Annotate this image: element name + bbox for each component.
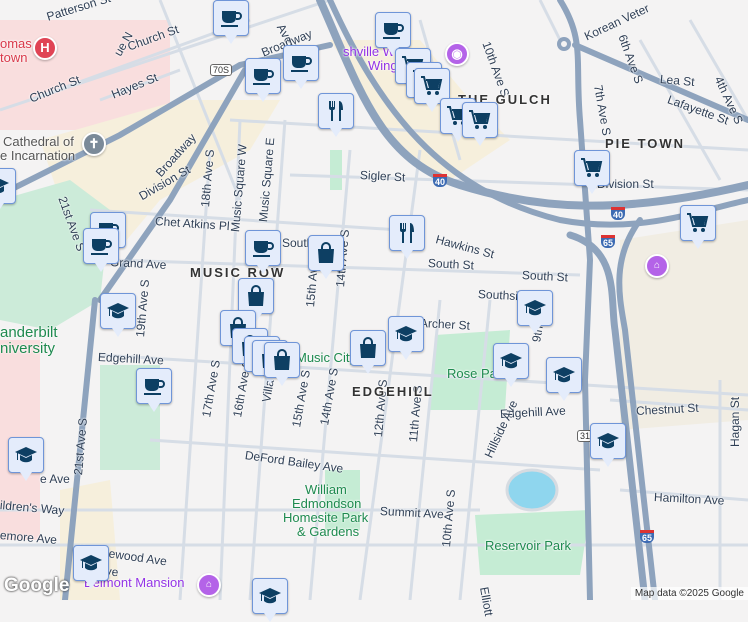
school-marker[interactable]	[8, 437, 44, 481]
restaurant-icon	[400, 223, 414, 243]
park-label: Reservoir Park	[485, 538, 571, 553]
coffee-marker[interactable]	[213, 0, 249, 44]
coffee-marker[interactable]	[245, 58, 281, 102]
shopping-bag-icon	[274, 349, 290, 370]
school-marker[interactable]	[517, 290, 553, 334]
school-marker[interactable]	[100, 293, 136, 337]
coffee-icon	[221, 11, 242, 27]
shopping-bag-marker[interactable]	[238, 278, 274, 322]
school-marker[interactable]	[0, 168, 16, 212]
i65-shield: 65	[601, 235, 616, 248]
school-icon	[500, 353, 522, 369]
school-icon	[597, 433, 619, 449]
street-label: e Ave	[40, 472, 70, 486]
restaurant-icon	[329, 101, 343, 121]
shopping-bag-icon	[360, 337, 376, 358]
cart-icon	[687, 213, 709, 232]
us-70s-shield: 70S	[210, 64, 233, 76]
school-icon	[15, 447, 37, 463]
hospital-label[interactable]: town	[0, 50, 27, 65]
museum-icon[interactable]: ⌂	[645, 254, 669, 278]
coffee-icon	[253, 69, 274, 85]
park-label: Homesite Park	[283, 510, 369, 525]
street-label: Sigler St	[359, 168, 406, 185]
school-marker[interactable]	[388, 316, 424, 360]
cart-marker[interactable]	[680, 205, 716, 249]
shopping-bag-icon	[318, 242, 334, 263]
park-strip	[330, 150, 342, 190]
school-marker[interactable]	[493, 343, 529, 387]
i40-shield: 40	[611, 207, 626, 220]
school-icon	[259, 588, 281, 604]
camera-icon[interactable]: ◉	[445, 42, 469, 66]
reservoir-water	[505, 468, 559, 512]
cart-marker[interactable]	[574, 150, 610, 194]
i65-shield: 65	[640, 530, 655, 543]
school-icon	[0, 178, 9, 194]
shopping-bag-icon	[248, 285, 264, 306]
coffee-marker[interactable]	[375, 12, 411, 56]
park-label: & Gardens	[297, 524, 360, 539]
museum-icon[interactable]: ⌂	[197, 573, 221, 597]
coffee-marker[interactable]	[245, 230, 281, 274]
shopping-bag-marker[interactable]	[350, 330, 386, 374]
church-icon[interactable]: ✝	[82, 132, 106, 156]
school-marker[interactable]	[73, 545, 109, 589]
school-icon	[524, 300, 546, 316]
coffee-icon	[291, 56, 312, 72]
neighborhood-label: EDGEHILL	[352, 384, 434, 399]
school-icon	[107, 303, 129, 319]
neighborhood-label: PIE TOWN	[605, 136, 686, 151]
map-attribution[interactable]: Map data ©2025 Google	[630, 587, 748, 600]
coffee-marker[interactable]	[83, 228, 119, 272]
google-logo: Google	[4, 575, 70, 596]
coffee-icon	[91, 239, 112, 255]
roundabout	[557, 37, 571, 51]
poi-label[interactable]: Music City	[296, 350, 356, 365]
shopping-bag-marker[interactable]	[264, 342, 300, 386]
street-label: South St	[521, 268, 569, 285]
cart-icon	[581, 158, 603, 177]
hospital-icon[interactable]: H	[33, 36, 57, 60]
restaurant-marker[interactable]	[389, 215, 425, 259]
cathedral-label[interactable]: e Incarnation	[0, 148, 75, 163]
coffee-icon	[144, 379, 165, 395]
school-marker[interactable]	[590, 423, 626, 467]
coffee-icon	[253, 241, 274, 257]
school-icon	[395, 326, 417, 342]
park-label: anderbilt	[0, 324, 58, 341]
school-marker[interactable]	[252, 578, 288, 622]
coffee-marker[interactable]	[283, 45, 319, 89]
cathedral-label[interactable]: Cathedral of	[3, 134, 74, 149]
cart-icon	[421, 76, 443, 95]
park-label: Edmondson	[292, 496, 362, 511]
i40-shield: 40	[433, 174, 448, 187]
park-label: William	[305, 482, 347, 497]
coffee-marker[interactable]	[136, 368, 172, 412]
restaurant-marker[interactable]	[318, 93, 354, 137]
school-icon	[553, 367, 575, 383]
park-label: niversity	[0, 340, 56, 357]
school-icon	[80, 555, 102, 571]
school-marker[interactable]	[546, 357, 582, 401]
street-label: Hagan St	[728, 396, 742, 447]
hospital-label[interactable]: omas	[0, 36, 32, 51]
street-label: Archer St	[419, 316, 471, 333]
coffee-icon	[383, 23, 404, 39]
cart-marker[interactable]	[462, 102, 498, 146]
cart-icon	[469, 110, 491, 129]
street-label: South St	[427, 256, 475, 273]
street-label: Lea St	[659, 72, 696, 89]
shopping-bag-marker[interactable]	[308, 235, 344, 279]
